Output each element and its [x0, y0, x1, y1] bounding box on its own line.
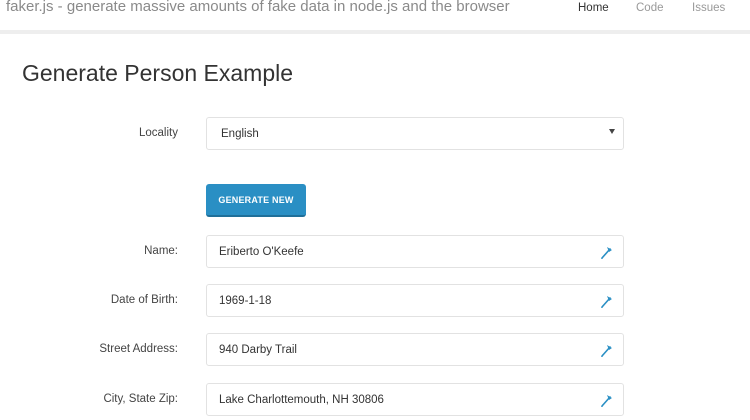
copy-icon[interactable] — [599, 342, 615, 358]
name-field[interactable]: Eriberto O'Keefe — [206, 235, 624, 268]
street-address-label: Street Address: — [99, 343, 178, 355]
locality-select[interactable]: English — [206, 117, 624, 150]
street-address-field[interactable]: 940 Darby Trail — [206, 333, 624, 366]
nav-link-code[interactable]: Code — [636, 2, 664, 14]
street-address-value: 940 Darby Trail — [219, 344, 297, 356]
nav-link-home[interactable]: Home — [578, 2, 609, 14]
copy-icon[interactable] — [599, 293, 615, 309]
dob-value: 1969-1-18 — [219, 295, 272, 307]
top-navbar: faker.js - generate massive amounts of f… — [0, 0, 750, 34]
locality-selected-value: English — [221, 128, 259, 140]
name-value: Eriberto O'Keefe — [219, 246, 304, 258]
city-state-zip-label: City, State Zip: — [103, 393, 178, 405]
generate-new-button[interactable]: GENERATE NEW — [206, 184, 306, 217]
site-brand[interactable]: faker.js - generate massive amounts of f… — [6, 0, 510, 15]
name-label: Name: — [144, 245, 178, 257]
page-title: Generate Person Example — [22, 60, 294, 86]
locality-label: Locality — [139, 127, 178, 139]
dob-label: Date of Birth: — [110, 294, 178, 306]
copy-icon[interactable] — [599, 244, 615, 260]
copy-icon[interactable] — [599, 392, 615, 408]
date-of-birth-field[interactable]: 1969-1-18 — [206, 284, 624, 317]
caret-down-icon — [609, 129, 615, 134]
city-state-zip-field[interactable]: Lake Charlottemouth, NH 30806 — [206, 383, 624, 416]
nav-link-issues[interactable]: Issues — [692, 2, 725, 14]
city-state-zip-value: Lake Charlottemouth, NH 30806 — [219, 394, 384, 406]
